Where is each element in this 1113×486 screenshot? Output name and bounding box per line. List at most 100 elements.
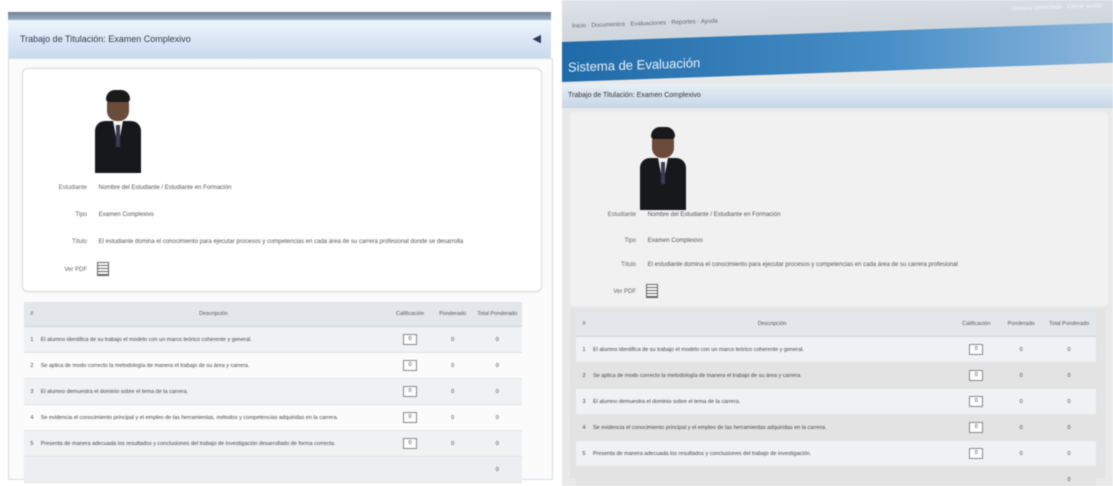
table-header: # Descripción Calificación Ponderado Tot… (576, 312, 1096, 337)
row-number: 5 (576, 440, 592, 467)
table-row: 2 Se aplica de modo correcto la metodolo… (576, 362, 1096, 389)
profile-card: Estudiante Nombre del Estudiante / Estud… (570, 112, 1108, 306)
col-header: Total Ponderado (1042, 312, 1096, 337)
col-header: Calificación (952, 312, 1001, 337)
total-cell: 0 (472, 326, 522, 353)
field-type: Tipo Examen Complexivo (580, 238, 703, 244)
field-pdf: Ver PDF (580, 284, 658, 298)
table-row: 5 Presenta de manera adecuada los result… (24, 430, 522, 457)
total-cell: 0 (472, 378, 522, 405)
field-label: Título (620, 262, 636, 268)
col-header: Ponderado (1000, 312, 1043, 337)
student-photo (640, 126, 686, 210)
total-cell: 0 (1042, 440, 1096, 467)
weight-cell: 0 (432, 352, 473, 379)
score-cell[interactable]: 0 (952, 336, 1001, 363)
pdf-icon[interactable] (96, 262, 109, 276)
score-input[interactable]: 0 (403, 386, 418, 397)
row-number: 2 (576, 362, 592, 389)
toolbar-items[interactable]: Inicio · Documentos · Evaluaciones · Rep… (572, 19, 718, 30)
panel-title: Trabajo de Titulación: Examen Complexivo (20, 34, 191, 44)
total-cell: 0 (472, 352, 522, 379)
row-number: 5 (24, 430, 40, 457)
col-header: Total Ponderado (472, 302, 522, 327)
weight-cell: 0 (432, 430, 473, 457)
chevron-icon[interactable]: ◀ (533, 32, 541, 45)
grand-total: 0 (1042, 466, 1096, 486)
field-value: Examen Complexivo (98, 212, 154, 218)
panel-header[interactable]: Trabajo de Titulación: Examen Complexivo… (8, 20, 551, 59)
field-label: Ver PDF (64, 266, 87, 273)
score-cell[interactable]: 0 (387, 352, 433, 379)
total-cell: 0 (472, 430, 522, 457)
total-cell: 0 (1042, 336, 1096, 363)
score-cell[interactable]: 0 (952, 414, 1001, 441)
score-input[interactable]: 0 (403, 334, 418, 345)
table-row: 3 El alumno demuestra el dominio sobre e… (576, 388, 1096, 415)
field-value: El estudiante domina el conocimiento par… (98, 239, 464, 245)
row-description: Se aplica de modo correcto la metodologí… (39, 352, 388, 379)
right-photo-pane: Inicio · Documentos · Evaluaciones · Rep… (562, 0, 1113, 486)
field-label: Tipo (75, 212, 87, 218)
table-row: 4 Se evidencia el conocimiento principal… (576, 414, 1096, 441)
score-cell[interactable]: 0 (387, 326, 433, 353)
user-link[interactable]: Usuario conectado · Cerrar sesión (1012, 3, 1103, 12)
score-cell[interactable]: 0 (952, 440, 1001, 467)
field-value: El estudiante domina el conocimiento par… (647, 262, 958, 268)
weight-cell: 0 (1000, 388, 1043, 415)
col-header: Ponderado (432, 302, 473, 327)
weight-cell: 0 (1000, 414, 1043, 441)
row-description: Presenta de manera adecuada los resultad… (591, 440, 953, 467)
panel-header[interactable]: Trabajo de Titulación: Examen Complexivo (562, 84, 1113, 108)
student-photo (95, 89, 141, 173)
score-input[interactable]: 0 (403, 438, 418, 449)
score-cell[interactable]: 0 (387, 430, 433, 457)
row-description: El alumno identifica de su trabajo el mo… (591, 336, 953, 363)
table-row: 5 Presenta de manera adecuada los result… (576, 440, 1096, 467)
row-number: 4 (576, 414, 592, 441)
table-row: 4 Se evidencia el conocimiento principal… (24, 404, 522, 431)
score-cell[interactable]: 0 (952, 362, 1001, 389)
weight-cell: 0 (432, 404, 473, 431)
score-input[interactable]: 0 (403, 412, 418, 423)
score-input[interactable]: 0 (969, 396, 984, 407)
score-input[interactable]: 0 (969, 422, 984, 433)
row-description: El alumno demuestra el dominio sobre el … (591, 388, 953, 415)
score-input[interactable]: 0 (969, 370, 984, 381)
table-row: 1 El alumno identifica de su trabajo el … (576, 336, 1096, 363)
score-input[interactable]: 0 (403, 360, 418, 371)
score-cell[interactable]: 0 (952, 388, 1001, 415)
col-header: Descripción (591, 312, 953, 337)
score-input[interactable]: 0 (969, 344, 984, 355)
col-header: # (576, 312, 592, 337)
field-student: Estudiante Nombre del Estudiante / Estud… (580, 212, 781, 218)
row-number: 2 (24, 352, 40, 379)
col-header: # (24, 302, 40, 327)
panel-title: Trabajo de Titulación: Examen Complexivo (568, 92, 701, 99)
score-input[interactable]: 0 (969, 448, 984, 459)
score-cell[interactable]: 0 (387, 378, 433, 405)
row-description: Se aplica de modo correcto la metodologí… (591, 362, 953, 389)
total-cell: 0 (1042, 414, 1096, 441)
grand-total: 0 (472, 456, 522, 483)
row-number: 1 (576, 336, 592, 363)
row-number: 3 (24, 378, 40, 405)
table-row: 3 El alumno demuestra el dominio sobre e… (24, 378, 522, 405)
field-label: Estudiante (58, 185, 87, 191)
field-value: Nombre del Estudiante / Estudiante en Fo… (647, 212, 781, 218)
weight-cell: 0 (1000, 336, 1043, 363)
field-value: Nombre del Estudiante / Estudiante en Fo… (98, 185, 232, 191)
field-title: Título El estudiante domina el conocimie… (47, 239, 463, 245)
pdf-icon[interactable] (645, 284, 658, 298)
score-cell[interactable]: 0 (387, 404, 433, 431)
row-number: 4 (24, 404, 40, 431)
total-cell: 0 (1042, 362, 1096, 389)
field-value: Examen Complexivo (647, 238, 703, 244)
field-type: Tipo Examen Complexivo (47, 212, 154, 218)
left-screenshot-pane: Trabajo de Titulación: Examen Complexivo… (0, 0, 556, 486)
weight-cell: 0 (1000, 440, 1043, 467)
row-description: Presenta de manera adecuada los resultad… (39, 430, 388, 457)
field-pdf: Ver PDF (47, 262, 109, 276)
row-number: 1 (24, 326, 40, 353)
evaluation-table: # Descripción Calificación Ponderado Tot… (24, 302, 522, 483)
